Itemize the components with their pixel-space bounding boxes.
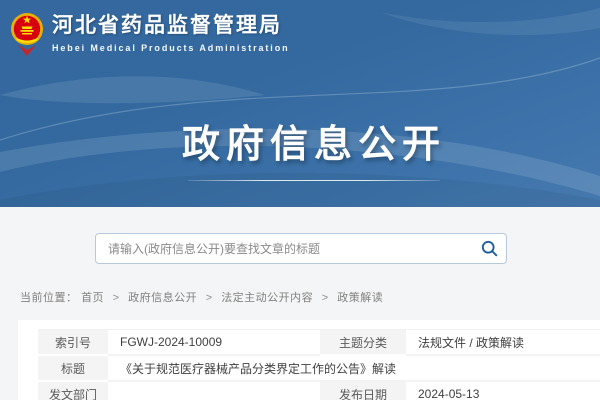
- org-name-en: Hebei Medical Products Administration: [52, 43, 290, 53]
- site-logo-link[interactable]: 河北省药品监督管理局 Hebei Medical Products Admini…: [10, 7, 290, 59]
- table-row-department: 发文部门 发布日期 2024-05-13: [38, 382, 600, 400]
- search-box: [95, 233, 507, 264]
- doc-title-label: 标题: [38, 356, 108, 382]
- banner-title: 政府信息公开: [14, 113, 600, 168]
- mid-section: 当前位置： 首页 > 政府信息公开 > 法定主动公开内容 > 政策解读: [0, 207, 600, 322]
- org-names: 河北省药品监督管理局 Hebei Medical Products Admini…: [52, 13, 290, 53]
- search-button[interactable]: [472, 234, 506, 263]
- topic-category-value: 法规文件 / 政策解读: [406, 330, 600, 356]
- index-number-value: FGWJ-2024-10009: [108, 330, 320, 356]
- table-row-index: 索引号 FGWJ-2024-10009 主题分类 法规文件 / 政策解读: [38, 330, 600, 356]
- breadcrumb: 当前位置： 首页 > 政府信息公开 > 法定主动公开内容 > 政策解读: [20, 289, 383, 305]
- breadcrumb-separator: >: [322, 292, 329, 304]
- page: 河北省药品监督管理局 Hebei Medical Products Admini…: [0, 0, 600, 400]
- issuing-department-label: 发文部门: [38, 382, 108, 400]
- doc-title-value: 《关于规范医疗器械产品分类界定工作的公告》解读: [108, 356, 600, 382]
- breadcrumb-link-gov-info[interactable]: 政府信息公开: [128, 292, 197, 304]
- index-number-label: 索引号: [38, 330, 108, 356]
- breadcrumb-link-statutory-disclosure[interactable]: 法定主动公开内容: [221, 292, 313, 304]
- header-banner: 河北省药品监督管理局 Hebei Medical Products Admini…: [0, 0, 600, 207]
- breadcrumb-link-home[interactable]: 首页: [81, 292, 104, 304]
- publish-date-value: 2024-05-13: [406, 382, 600, 400]
- banner-underline: [188, 180, 440, 181]
- banner-title-wrap: 政府信息公开: [14, 113, 600, 181]
- table-row-title: 标题 《关于规范医疗器械产品分类界定工作的公告》解读: [38, 356, 600, 382]
- breadcrumb-link-policy-interpretation[interactable]: 政策解读: [337, 292, 383, 304]
- topic-category-label: 主题分类: [320, 330, 406, 356]
- national-emblem-icon: [10, 7, 44, 59]
- search-input[interactable]: [96, 234, 472, 263]
- doc-info-table: 索引号 FGWJ-2024-10009 主题分类 法规文件 / 政策解读 标题 …: [38, 329, 600, 400]
- breadcrumb-prefix: 当前位置：: [20, 292, 78, 304]
- breadcrumb-separator: >: [206, 292, 213, 304]
- issuing-department-value: [108, 382, 320, 400]
- search-icon: [481, 240, 498, 257]
- breadcrumb-separator: >: [113, 292, 120, 304]
- org-name-zh: 河北省药品监督管理局: [52, 13, 290, 39]
- publish-date-label: 发布日期: [320, 382, 406, 400]
- content-panel: 索引号 FGWJ-2024-10009 主题分类 法规文件 / 政策解读 标题 …: [18, 320, 600, 400]
